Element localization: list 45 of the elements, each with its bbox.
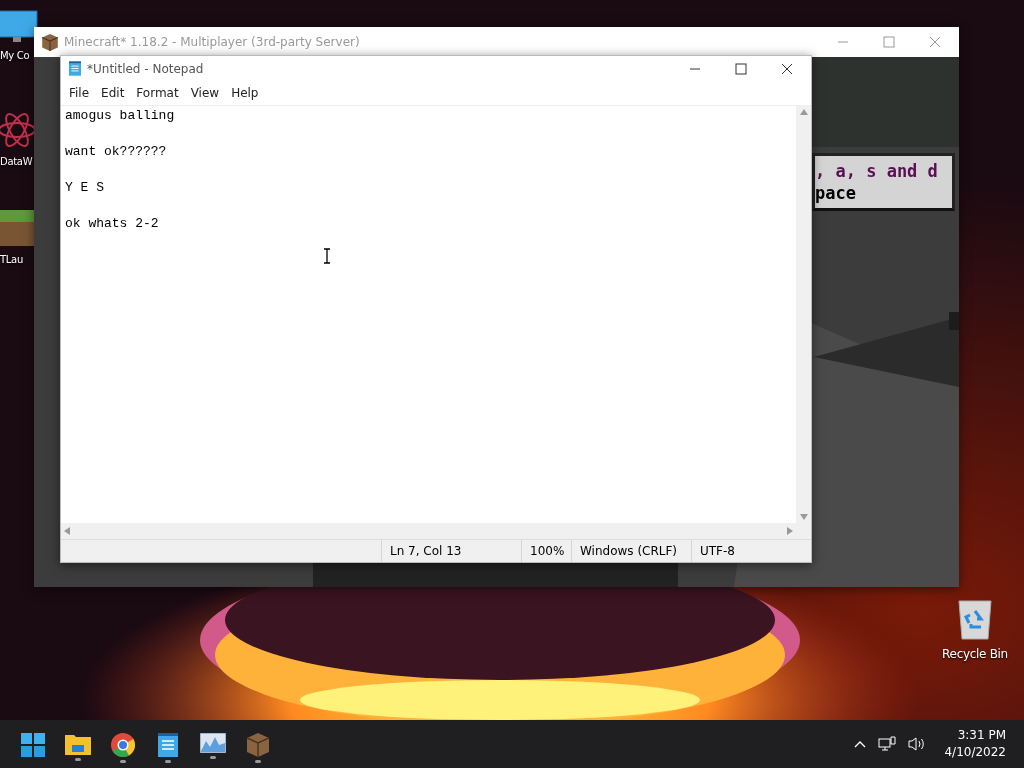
scroll-up-icon[interactable] [799, 109, 808, 115]
status-text: UTF-8 [691, 540, 791, 562]
monitor-icon [0, 10, 38, 44]
grass-block-icon [0, 208, 37, 248]
scroll-right-icon[interactable] [787, 527, 793, 535]
menu-item[interactable]: View [184, 86, 226, 100]
menu-item[interactable]: Help [225, 86, 265, 100]
close-icon[interactable] [781, 62, 793, 75]
windows-start-icon[interactable] [21, 733, 45, 757]
atom-icon [0, 110, 37, 150]
desktop-icon-label[interactable]: TLau [0, 254, 23, 265]
scroll-down-icon[interactable] [799, 514, 808, 520]
menu-item[interactable]: Edit [95, 86, 131, 100]
maximize-icon[interactable] [735, 62, 747, 75]
desktop-icon-label[interactable]: My Co [0, 50, 30, 61]
window-title: *Untitled - Notepad [87, 61, 205, 76]
crate-icon [42, 33, 58, 51]
vertical-scrollbar[interactable] [796, 106, 811, 523]
menu-item[interactable]: Format [130, 86, 185, 100]
clock-date[interactable]: 4/10/2022 [944, 744, 1006, 761]
status-text: 100% [521, 540, 571, 562]
crate-icon[interactable] [247, 733, 269, 757]
window-title: Minecraft* 1.18.2 - Multiplayer (3rd-party Server) [64, 35, 361, 49]
scroll-left-icon[interactable] [64, 527, 70, 535]
browser-icon[interactable] [111, 733, 135, 757]
desktop-icon-label[interactable]: Recycle Bin [942, 647, 1008, 661]
notepad-icon[interactable] [158, 733, 178, 757]
status-text: Ln 7, Col 13 [381, 540, 521, 562]
notepad-icon [69, 61, 81, 76]
maximize-icon[interactable] [883, 36, 895, 48]
status-text: Windows (CRLF) [571, 540, 691, 562]
network-icon[interactable] [878, 736, 897, 752]
game-hint-text: pace [815, 182, 857, 204]
menu-item[interactable]: File [63, 86, 96, 100]
speaker-icon[interactable] [908, 736, 927, 752]
recycle-bin-icon [955, 597, 995, 641]
folder-icon[interactable] [65, 733, 91, 755]
text-area[interactable]: amogus balling want ok?????? Y E S ok whats 2-2 [61, 106, 796, 523]
text-cursor-icon [323, 248, 331, 264]
clock-time[interactable]: 3:31 PM [957, 727, 1006, 744]
chart-icon[interactable] [200, 733, 226, 753]
chevron-up-icon[interactable] [854, 740, 867, 748]
game-hint-text: , a, s and d [815, 160, 939, 182]
horizontal-scrollbar[interactable] [61, 523, 796, 539]
desktop-icon-label[interactable]: DataW [0, 156, 33, 167]
